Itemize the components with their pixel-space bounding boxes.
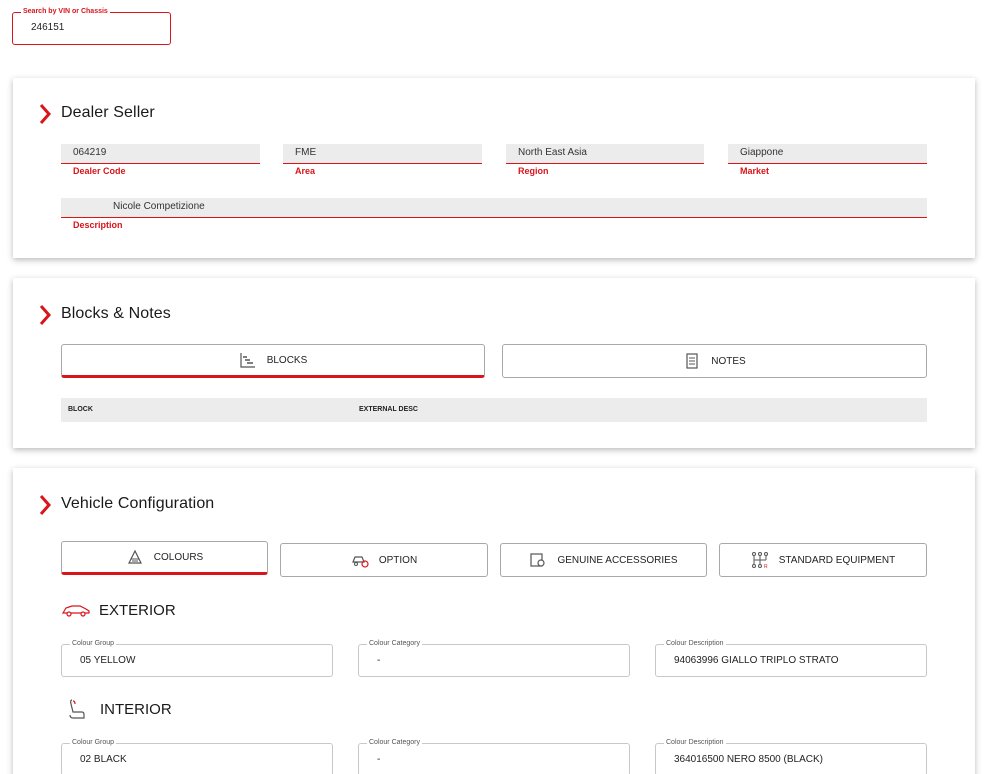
interior-colour-description-label: Colour Description bbox=[664, 738, 726, 748]
blocks-notes-card: Blocks & Notes BLOCKS NOTES BLOCK EXTERN… bbox=[13, 278, 975, 448]
interior-colour-category-value: - bbox=[377, 754, 381, 765]
blocks-table-header: BLOCK EXTERNAL DESC bbox=[61, 398, 927, 422]
tab-colours[interactable]: COLOURS bbox=[61, 541, 268, 575]
dealer-seller-title: Dealer Seller bbox=[61, 104, 155, 121]
gearshift-icon: R bbox=[751, 552, 768, 569]
chevron-right-icon bbox=[39, 305, 51, 325]
car-icon bbox=[61, 605, 90, 617]
interior-colour-group-value: 02 BLACK bbox=[80, 754, 127, 765]
exterior-colour-category-label: Colour Category bbox=[367, 639, 422, 649]
dealer-code-label: Dealer Code bbox=[73, 166, 126, 176]
dealer-seller-card: Dealer Seller 064219 Dealer Code FME Are… bbox=[13, 78, 975, 258]
tab-blocks[interactable]: BLOCKS bbox=[61, 344, 485, 378]
tab-blocks-label: BLOCKS bbox=[266, 354, 308, 366]
exterior-colour-category-field: Colour Category - bbox=[358, 639, 630, 677]
chevron-right-icon bbox=[39, 104, 51, 124]
exterior-colour-description-label: Colour Description bbox=[664, 639, 726, 649]
area-value: FME bbox=[283, 144, 482, 164]
vin-search-label: Search by VIN or Chassis bbox=[21, 7, 110, 17]
svg-text:R: R bbox=[764, 564, 768, 569]
area-label: Area bbox=[295, 166, 316, 176]
interior-colour-group-label: Colour Group bbox=[70, 738, 117, 748]
seat-icon bbox=[69, 699, 85, 719]
region-value: North East Asia bbox=[506, 144, 704, 164]
exterior-colour-category-value: - bbox=[377, 655, 381, 666]
exterior-colour-description-field: Colour Description 94063996 GIALLO TRIPL… bbox=[655, 639, 927, 677]
dealer-code-field: 064219 Dealer Code bbox=[61, 144, 260, 176]
exterior-colour-group-value: 05 YELLOW bbox=[80, 655, 136, 666]
interior-colour-description-field: Colour Description 364016500 NERO 8500 (… bbox=[655, 738, 927, 774]
blocks-notes-title: Blocks & Notes bbox=[61, 305, 171, 322]
exterior-colour-group-field: Colour Group 05 YELLOW bbox=[61, 639, 333, 677]
description-value: Nicole Competizione bbox=[61, 198, 927, 218]
market-value: Giappone bbox=[728, 144, 927, 164]
description-label: Description bbox=[73, 220, 123, 230]
accessories-icon bbox=[530, 553, 546, 567]
list-stairs-icon bbox=[240, 353, 255, 368]
vin-search-input[interactable] bbox=[31, 22, 161, 33]
paint-roller-icon bbox=[127, 549, 142, 564]
tab-option-label: OPTION bbox=[378, 554, 418, 566]
exterior-colour-group-label: Colour Group bbox=[70, 639, 117, 649]
region-field: North East Asia Region bbox=[506, 144, 704, 176]
column-header-block: BLOCK bbox=[68, 406, 93, 413]
vin-search-field[interactable]: Search by VIN or Chassis bbox=[12, 7, 171, 45]
interior-colour-description-value: 364016500 NERO 8500 (BLACK) bbox=[674, 754, 823, 765]
vehicle-configuration-card: Vehicle Configuration COLOURS OPTION GEN… bbox=[13, 468, 975, 774]
tab-standard-equipment-label: STANDARD EQUIPMENT bbox=[778, 554, 896, 566]
region-label: Region bbox=[518, 166, 549, 176]
document-icon bbox=[686, 353, 698, 369]
tab-genuine-accessories-label: GENUINE ACCESSORIES bbox=[557, 554, 678, 566]
interior-colour-category-label: Colour Category bbox=[367, 738, 422, 748]
tab-standard-equipment[interactable]: R STANDARD EQUIPMENT bbox=[719, 543, 927, 577]
vehicle-configuration-title: Vehicle Configuration bbox=[61, 495, 215, 512]
description-field: Nicole Competizione Description bbox=[61, 198, 927, 230]
interior-title: INTERIOR bbox=[100, 701, 172, 718]
exterior-colour-description-value: 94063996 GIALLO TRIPLO STRATO bbox=[674, 655, 839, 666]
interior-colour-group-field: Colour Group 02 BLACK bbox=[61, 738, 333, 774]
tab-notes-label: NOTES bbox=[711, 355, 746, 367]
area-field: FME Area bbox=[283, 144, 482, 176]
tab-notes[interactable]: NOTES bbox=[502, 344, 927, 378]
tab-option[interactable]: OPTION bbox=[280, 543, 488, 577]
chevron-right-icon bbox=[39, 495, 51, 515]
dealer-code-value: 064219 bbox=[61, 144, 260, 164]
car-gear-icon bbox=[351, 556, 369, 568]
tab-colours-label: COLOURS bbox=[153, 551, 204, 563]
interior-colour-category-field: Colour Category - bbox=[358, 738, 630, 774]
page: Search by VIN or Chassis Dealer Seller 0… bbox=[0, 0, 1000, 774]
market-label: Market bbox=[740, 166, 770, 176]
market-field: Giappone Market bbox=[728, 144, 927, 176]
exterior-title: EXTERIOR bbox=[99, 602, 176, 619]
tab-genuine-accessories[interactable]: GENUINE ACCESSORIES bbox=[500, 543, 707, 577]
column-header-external-desc: EXTERNAL DESC bbox=[359, 406, 418, 413]
